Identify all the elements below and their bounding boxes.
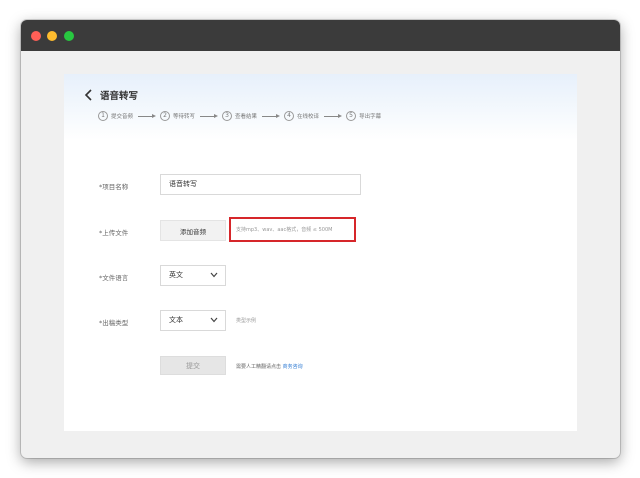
browser-window: 语音转写 1 提交音频 2 等待转写 3 查看结果 4 在线校译 5 导出字幕 … [21, 20, 620, 458]
output-type-select-value: 文本 [169, 316, 183, 324]
arrow-right-icon [138, 113, 157, 119]
upload-hint: 支持mp3、wav、aac格式，音频 ≤ 500M [236, 227, 333, 233]
arrow-right-icon [200, 113, 219, 119]
maximize-window-button[interactable] [64, 31, 74, 41]
step-2: 2 等待转写 [160, 111, 195, 121]
project-name-label: *项目名称 [99, 183, 129, 191]
output-type-label: *出稿类型 [99, 319, 129, 327]
step-number: 4 [284, 111, 295, 121]
step-number: 2 [160, 111, 171, 121]
step-label: 提交音频 [111, 114, 134, 120]
file-language-label: *文件语言 [99, 274, 129, 282]
step-5: 5 导出字幕 [346, 111, 381, 121]
window-titlebar [21, 20, 620, 51]
upload-file-label: *上传文件 [99, 229, 129, 237]
close-window-button[interactable] [31, 31, 41, 41]
step-4: 4 在线校译 [284, 111, 319, 121]
step-label: 等待转写 [173, 114, 196, 120]
step-label: 查看结果 [235, 114, 258, 120]
step-1: 1 提交音频 [98, 111, 133, 121]
output-sample-link[interactable]: 类型示例 [236, 317, 256, 324]
submit-button[interactable]: 提交 [160, 356, 226, 375]
step-number: 5 [346, 111, 357, 121]
language-select-value: 英文 [169, 271, 183, 279]
minimize-window-button[interactable] [47, 31, 57, 41]
step-progress: 1 提交音频 2 等待转写 3 查看结果 4 在线校译 5 导出字幕 [98, 110, 381, 122]
arrow-right-icon [324, 113, 343, 119]
step-3: 3 查看结果 [222, 111, 257, 121]
manual-translation-note: 需要人工精翻请点击 商务咨询 [236, 363, 303, 370]
step-label: 在线校译 [297, 114, 320, 120]
chevron-left-icon[interactable] [84, 89, 94, 101]
project-name-input[interactable]: 语音转写 [160, 174, 361, 195]
language-select[interactable]: 英文 [160, 265, 226, 286]
page-content: 语音转写 1 提交音频 2 等待转写 3 查看结果 4 在线校译 5 导出字幕 … [64, 74, 577, 431]
output-type-select[interactable]: 文本 [160, 310, 226, 331]
page-title: 语音转写 [100, 91, 139, 102]
business-consult-link[interactable]: 商务咨询 [283, 364, 303, 370]
note-text: 需要人工精翻请点击 [236, 364, 282, 370]
arrow-right-icon [262, 113, 281, 119]
chevron-down-icon [210, 272, 218, 278]
page-header [64, 74, 577, 140]
step-label: 导出字幕 [359, 114, 382, 120]
add-audio-button[interactable]: 添加音频 [160, 220, 226, 241]
step-number: 3 [222, 111, 233, 121]
chevron-down-icon [210, 317, 218, 323]
step-number: 1 [98, 111, 108, 121]
